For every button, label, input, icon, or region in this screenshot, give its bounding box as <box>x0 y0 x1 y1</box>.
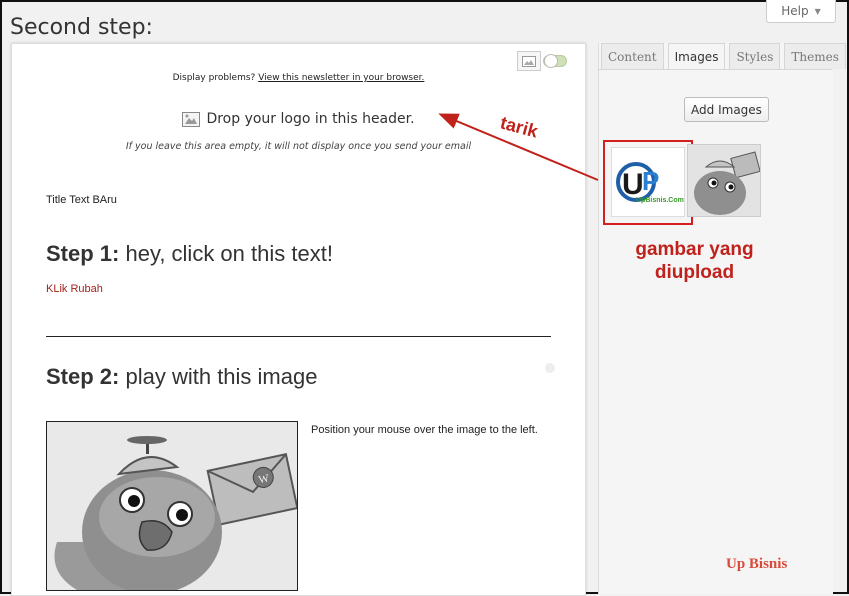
watermark-upbisnis: Up Bisnis <box>726 556 788 572</box>
annotation-gambar: gambar yang diupload <box>635 239 754 283</box>
annotation-arrow <box>438 113 599 181</box>
